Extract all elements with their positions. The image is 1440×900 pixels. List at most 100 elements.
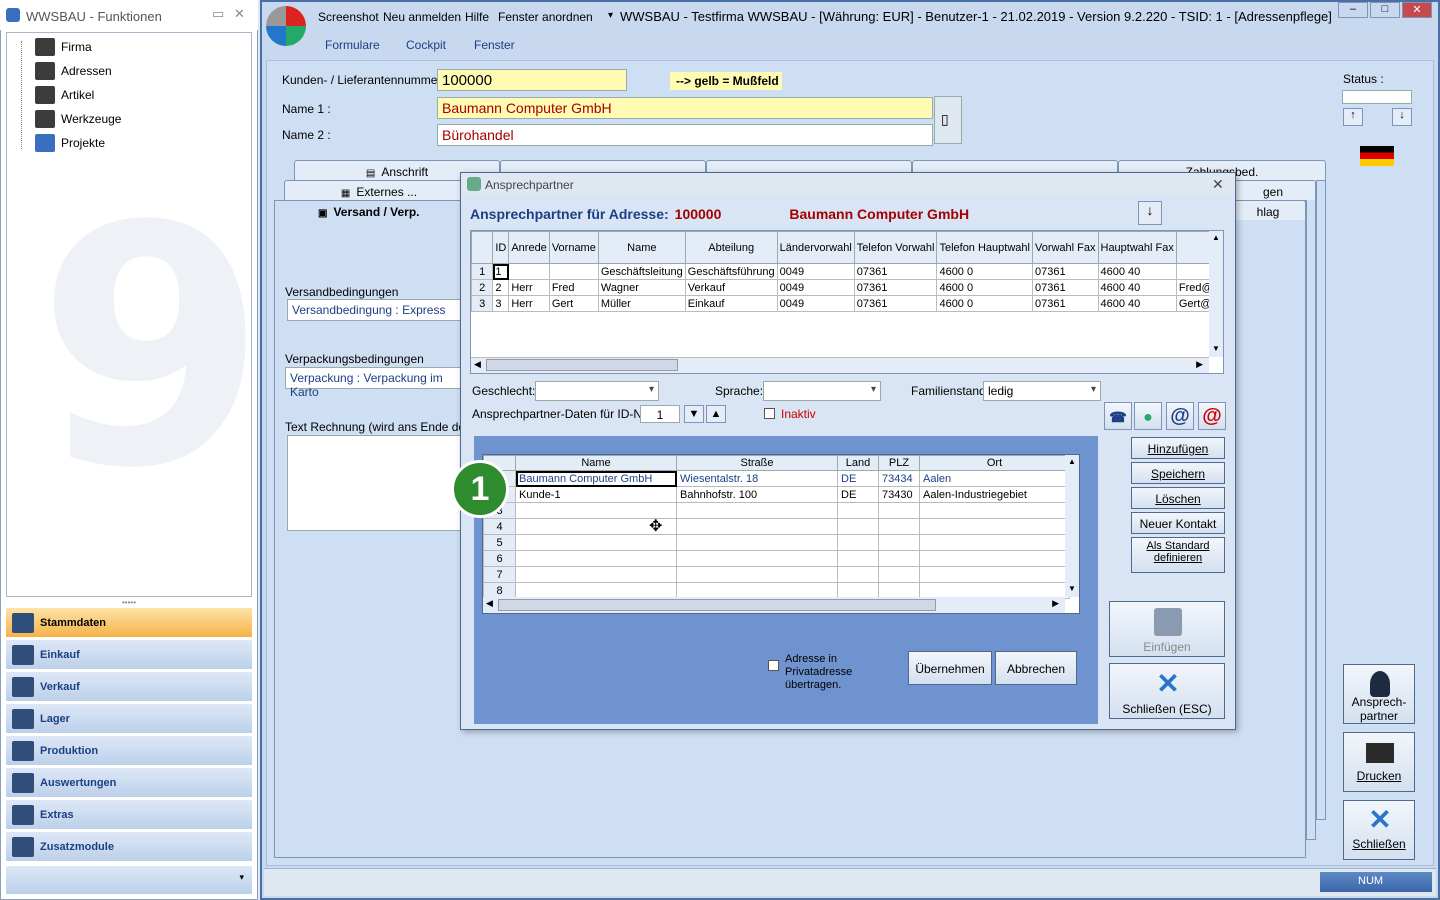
col-telefon-hauptwahl[interactable]: Telefon Hauptwahl — [936, 231, 1033, 264]
row-header[interactable]: 7 — [483, 566, 516, 583]
table-cell[interactable]: Kunde-1 — [515, 486, 677, 503]
table-cell[interactable]: Herr — [508, 295, 550, 312]
menu-formulare[interactable]: Formulare — [325, 38, 380, 52]
table-cell[interactable] — [676, 566, 838, 583]
table-cell[interactable]: DE — [837, 486, 879, 503]
table-row[interactable]: Kunde-1 Bahnhofstr. 100 DE 73430 Aalen-Indus… — [483, 486, 1070, 503]
table-cell[interactable] — [515, 534, 677, 551]
table-row[interactable]: 4 — [483, 518, 1070, 535]
table-cell[interactable]: Baumann Computer GmbH — [515, 470, 677, 487]
table-cell[interactable]: 2 — [492, 279, 510, 296]
table-cell[interactable]: 1 — [492, 263, 510, 280]
table-cell[interactable] — [919, 566, 1070, 583]
table-cell[interactable]: Bahnhofstr. 100 — [676, 486, 838, 503]
idnr-field[interactable]: 1 — [640, 405, 680, 423]
table-row[interactable]: 6 — [483, 550, 1070, 567]
col2-land[interactable]: Land — [837, 455, 879, 471]
col-hauptwahl-fax[interactable]: Hauptwahl Fax — [1097, 231, 1177, 264]
drucken-button[interactable]: Drucken — [1343, 732, 1415, 792]
table-cell[interactable]: 0049 — [776, 279, 855, 296]
table-cell[interactable]: Verkauf — [684, 279, 778, 296]
table-cell[interactable]: 07361 — [1031, 279, 1099, 296]
web-button[interactable]: ● — [1134, 402, 1162, 430]
nav-stammdaten[interactable]: Stammdaten — [6, 608, 252, 638]
table-cell[interactable]: 4600 40 — [1097, 295, 1177, 312]
table-cell[interactable]: 3 — [492, 295, 510, 312]
table-cell[interactable]: 4600 0 — [936, 279, 1033, 296]
contacts-hscroll-thumb[interactable] — [486, 359, 678, 371]
table-cell[interactable]: Aalen — [919, 470, 1070, 487]
table-row[interactable]: 1 1 Geschäftsleitung Geschäftsführung 0049 07… — [471, 263, 1223, 280]
tab-row2-end[interactable]: gen — [1230, 180, 1316, 200]
table-cell[interactable]: 73430 — [878, 486, 920, 503]
col-vorwahl-fax[interactable]: Vorwahl Fax — [1031, 231, 1099, 264]
row-header[interactable]: 2 — [471, 279, 494, 296]
table-cell[interactable]: Aalen-Industriegebiet — [919, 486, 1070, 503]
col-abteilung[interactable]: Abteilung — [684, 231, 778, 264]
addresses-grid[interactable]: Name Straße Land PLZ Ort Baumann Compute… — [482, 454, 1080, 614]
dropdown-icon[interactable]: ▾ — [608, 10, 613, 21]
status-up-button[interactable]: ↑ — [1343, 108, 1363, 126]
table-cell[interactable]: Müller — [597, 295, 686, 312]
idnr-up-button[interactable]: ▲ — [706, 405, 726, 423]
table-cell[interactable]: Wagner — [597, 279, 686, 296]
menu-cockpit[interactable]: Cockpit — [406, 38, 446, 52]
table-cell[interactable]: 07361 — [853, 263, 938, 280]
uebernehmen-button[interactable]: Übernehmen — [908, 651, 992, 685]
col-vorname[interactable]: Vorname — [548, 231, 599, 264]
geschlecht-select[interactable] — [535, 381, 659, 401]
table-cell[interactable] — [676, 550, 838, 567]
als-standard-button[interactable]: Als Standard definieren — [1131, 537, 1225, 573]
kundennr-field[interactable]: 100000 — [437, 69, 627, 91]
inaktiv-checkbox[interactable] — [764, 408, 775, 419]
nav-verkauf[interactable]: Verkauf — [6, 672, 252, 702]
table-cell[interactable] — [515, 566, 677, 583]
close-icon[interactable]: ✕ — [234, 6, 245, 22]
tree-item-projekte[interactable]: Projekte — [35, 133, 105, 153]
close-button[interactable]: ✕ — [1402, 2, 1432, 18]
table-cell[interactable] — [676, 534, 838, 551]
table-row[interactable]: 3 3 Herr Gert Müller Einkauf 0049 07361 4600 0 07… — [471, 295, 1223, 312]
neuer-kontakt-button[interactable]: Neuer Kontakt — [1131, 512, 1225, 534]
menu-neu-anmelden[interactable]: Neu anmelden — [383, 10, 461, 24]
tab-externes[interactable]: ▦ Externes ... — [284, 180, 474, 200]
copy-document-button[interactable]: ▯ — [934, 96, 962, 144]
table-row[interactable]: 3 — [483, 502, 1070, 519]
table-cell[interactable]: 4600 0 — [936, 295, 1033, 312]
table-cell[interactable] — [837, 502, 879, 519]
table-cell[interactable] — [919, 550, 1070, 567]
row-header[interactable]: 1 — [471, 263, 494, 280]
table-cell[interactable]: DE — [837, 470, 879, 487]
nav-splitter[interactable]: ••••• — [0, 598, 258, 607]
table-cell[interactable] — [878, 502, 920, 519]
row-header[interactable]: 4 — [483, 518, 516, 535]
table-cell[interactable]: Geschäftsleitung — [597, 263, 686, 280]
col-name[interactable]: Name — [597, 231, 686, 264]
minimize-button[interactable]: – — [1338, 2, 1368, 18]
table-row[interactable]: Baumann Computer GmbH Wiesentalstr. 18 DE 7… — [483, 470, 1070, 487]
table-cell[interactable] — [837, 518, 879, 535]
schliessen-esc-button[interactable]: ✕ Schließen (ESC) — [1109, 663, 1225, 719]
table-cell[interactable]: 0049 — [776, 295, 855, 312]
tree-item-adressen[interactable]: Adressen — [35, 61, 112, 81]
tree-item-werkzeuge[interactable]: Werkzeuge — [35, 109, 121, 129]
table-cell[interactable]: 73434 — [878, 470, 920, 487]
table-cell[interactable]: Herr — [508, 279, 550, 296]
hinzufuegen-button[interactable]: Hinzufügen — [1131, 437, 1225, 459]
verpackung-field[interactable]: Verpackung : Verpackung im Karto — [285, 367, 467, 399]
table-cell[interactable] — [878, 534, 920, 551]
nav-extras[interactable]: Extras — [6, 800, 252, 830]
privatadresse-checkbox[interactable] — [768, 660, 779, 671]
menu-hilfe[interactable]: Hilfe — [465, 10, 489, 24]
tree-item-artikel[interactable]: Artikel — [35, 85, 94, 105]
menu-fenster[interactable]: Fenster — [474, 38, 515, 52]
tree-item-firma[interactable]: Firma — [35, 37, 92, 57]
menu-fenster-anordnen[interactable]: Fenster anordnen — [498, 10, 593, 24]
phone-button[interactable]: ☎ — [1104, 402, 1132, 430]
col-id[interactable]: ID — [492, 231, 510, 264]
row-header[interactable]: 5 — [483, 534, 516, 551]
tab-row3-end[interactable]: hlag — [1230, 200, 1306, 220]
idnr-down-button[interactable]: ▼ — [684, 405, 704, 423]
sprache-select[interactable] — [763, 381, 881, 401]
name1-field[interactable]: Baumann Computer GmbH — [437, 97, 933, 119]
